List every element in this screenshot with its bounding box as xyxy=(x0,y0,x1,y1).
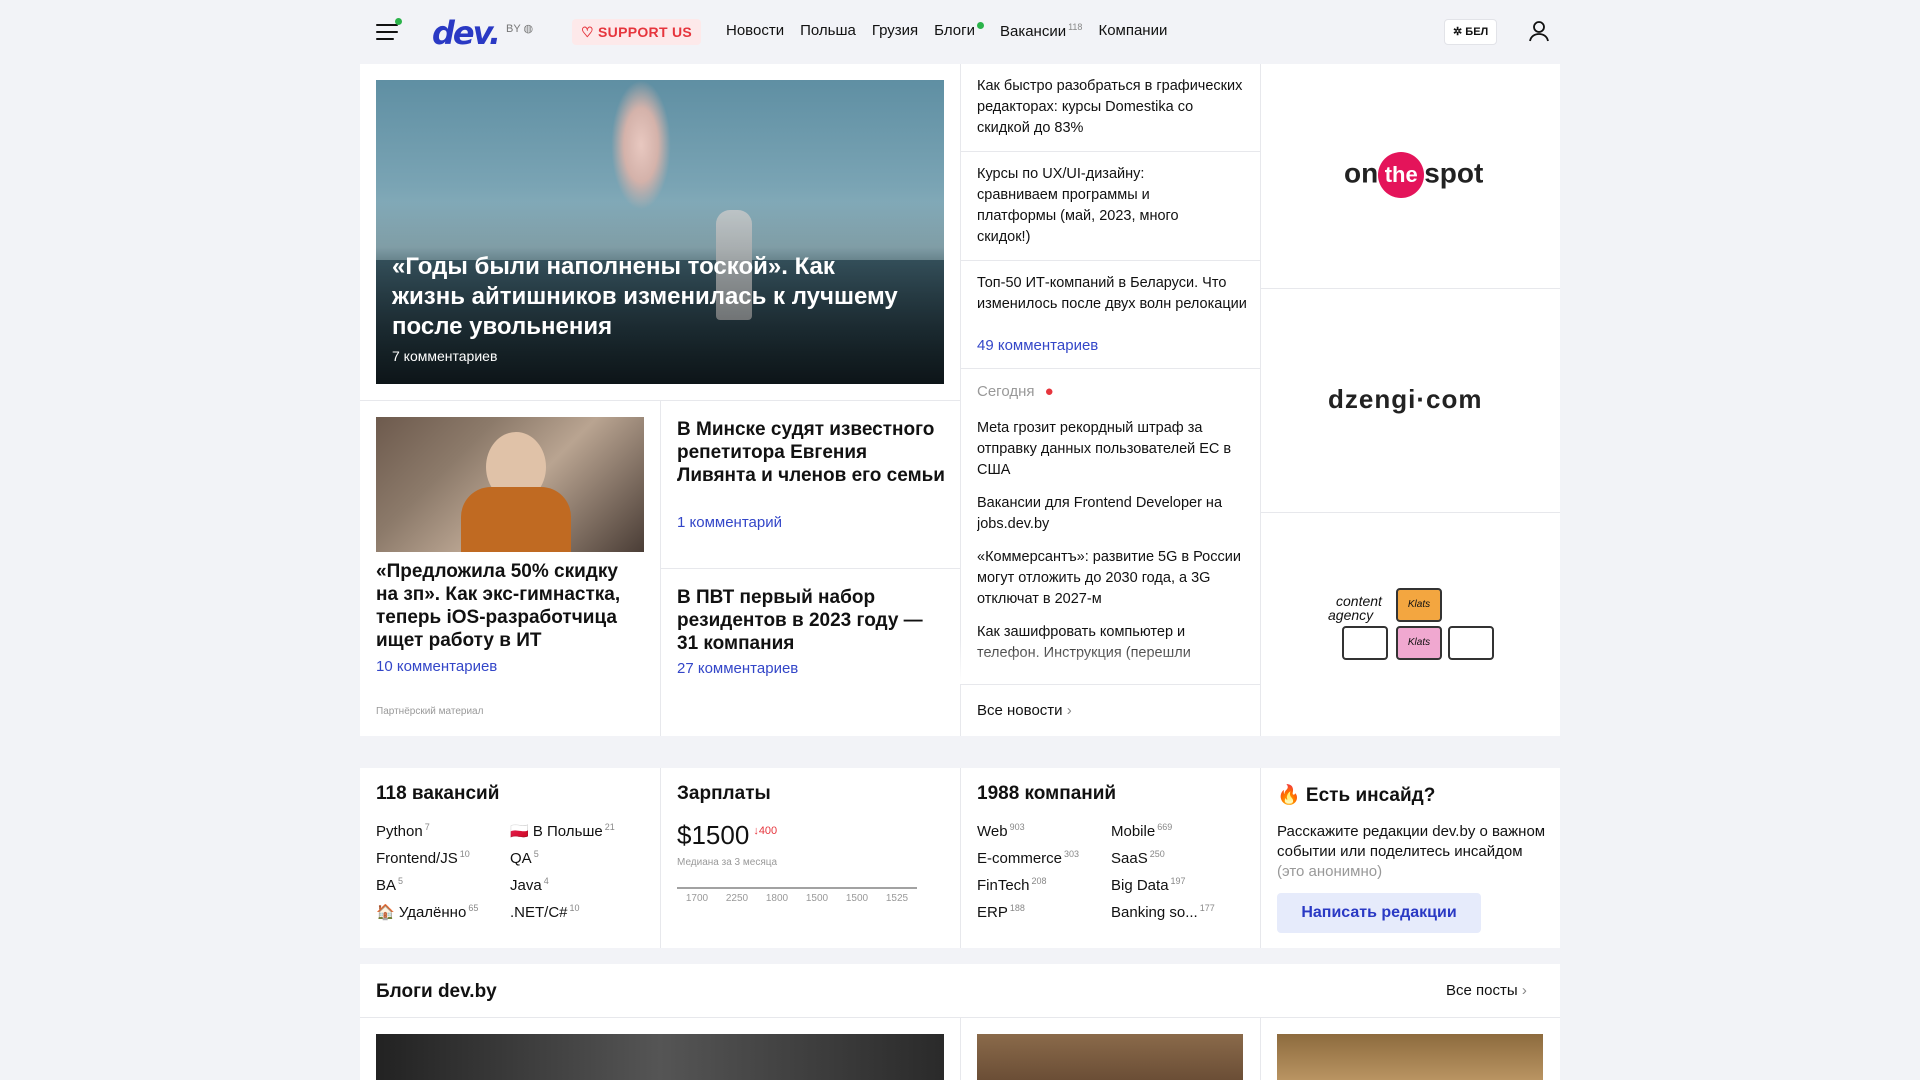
company-tags: Web 903 Mobile 669 E-commerce 303 SaaS 250 F… xyxy=(977,822,1247,921)
hero-title[interactable]: «Годы были наполнены тоской». Как жизнь … xyxy=(392,252,912,342)
main-nav: Новости Польша Грузия Блоги Вакансии 118 … xyxy=(726,22,1167,40)
story-mid1-comments[interactable]: 1 комментарий xyxy=(677,514,782,531)
salaries-title[interactable]: Зарплаты xyxy=(677,783,771,805)
salary-chart: 1700 2250 1800 1500 1500 1525 xyxy=(677,887,917,904)
side-item[interactable]: Как быстро разобраться в графических ред… xyxy=(977,76,1247,139)
ad-content-agency[interactable]: content agency Klats Klats xyxy=(1260,512,1560,736)
chart-tick-label: 1800 xyxy=(766,893,789,904)
nav-georgia[interactable]: Грузия xyxy=(872,22,918,40)
support-us-button[interactable]: ♡ SUPPORT US xyxy=(572,19,702,45)
new-dot xyxy=(976,22,984,29)
chart-tick-label: 1500 xyxy=(806,893,829,904)
insider-text: Расскажите редакции dev.by о важном собы… xyxy=(1277,823,1546,880)
write-editors-button[interactable]: Написать редакции xyxy=(1277,893,1481,933)
company-tag[interactable]: FinTech 208 xyxy=(977,876,1111,894)
today-item[interactable]: Meta грозит рекордный штраф за отправку … xyxy=(977,418,1247,481)
vacancy-tag[interactable]: 🏠 Удалённо 65 xyxy=(376,903,510,921)
notification-dot xyxy=(395,18,402,25)
vacancy-tag[interactable]: Frontend/JS 10 xyxy=(376,849,510,867)
company-tag[interactable]: Banking so... 177 xyxy=(1111,903,1245,921)
side-item[interactable]: Топ-50 ИТ-компаний в Беларуси. Что измен… xyxy=(977,273,1247,315)
vacancies-title[interactable]: 118 вакансий xyxy=(376,783,499,805)
partner-label: Партнёрский материал xyxy=(376,706,484,717)
vacancy-tag[interactable]: Java 4 xyxy=(510,876,644,894)
nav-poland[interactable]: Польша xyxy=(800,22,856,40)
story-mid1-title[interactable]: В Минске судят известного репетитора Евг… xyxy=(677,418,947,487)
blogs-title[interactable]: Блоги dev.by xyxy=(376,981,497,1003)
companies-title[interactable]: 1988 компаний xyxy=(977,783,1116,805)
ad-dzengi[interactable]: dzengi·com xyxy=(1260,288,1560,512)
company-tag[interactable]: Web 903 xyxy=(977,822,1111,840)
logo[interactable]: dev. xyxy=(432,14,501,52)
hero-comments[interactable]: 7 комментариев xyxy=(392,348,497,364)
company-tag[interactable]: SaaS 250 xyxy=(1111,849,1245,867)
vacancy-tag[interactable]: BA 5 xyxy=(376,876,510,894)
insider-title: 🔥 Есть инсайд? xyxy=(1277,785,1436,806)
story-mid2-title[interactable]: В ПВТ первый набор резидентов в 2023 год… xyxy=(677,586,947,655)
nav-vacancies[interactable]: Вакансии 118 xyxy=(1000,22,1082,40)
salary-caption: Медиана за 3 месяца xyxy=(677,857,778,868)
salary-value: $1500 ↓400 xyxy=(677,820,778,850)
vacancy-tag[interactable]: 🇵🇱 В Польше 21 xyxy=(510,822,644,840)
company-tag[interactable]: E-commerce 303 xyxy=(977,849,1111,867)
ad-onthespot[interactable]: on the spot xyxy=(1260,64,1560,288)
blog-image[interactable] xyxy=(977,1034,1243,1080)
all-posts-link[interactable]: Все посты › xyxy=(1446,982,1527,999)
region-label[interactable]: BY ◍ xyxy=(506,22,533,35)
vacancy-tag[interactable]: .NET/C# 10 xyxy=(510,903,644,921)
blog-image[interactable] xyxy=(1277,1034,1543,1080)
company-tag[interactable]: Mobile 669 xyxy=(1111,822,1245,840)
story-left-title[interactable]: «Предложила 50% скидку на зп». Как экс-г… xyxy=(376,560,644,652)
globe-icon: ◍ xyxy=(523,23,534,35)
story-mid2-comments[interactable]: 27 комментариев xyxy=(677,660,798,677)
language-icon: ✲ xyxy=(1453,26,1463,38)
chart-tick-label: 1500 xyxy=(846,893,869,904)
header: dev. BY ◍ ♡ SUPPORT US Новости Польша Гр… xyxy=(0,0,1920,64)
chart-tick-label: 2250 xyxy=(726,893,749,904)
nav-news[interactable]: Новости xyxy=(726,22,784,40)
today-item[interactable]: Вакансии для Frontend Developer на jobs.… xyxy=(977,493,1247,535)
vacancy-tags: Python 7 🇵🇱 В Польше 21 Frontend/JS 10 QA 5 … xyxy=(376,822,646,921)
all-news-link[interactable]: Все новости › xyxy=(977,702,1072,719)
language-switch[interactable]: ✲ БЕЛ xyxy=(1444,19,1498,45)
hero-story[interactable]: «Годы были наполнены тоской». Как жизнь … xyxy=(376,80,944,384)
nav-companies[interactable]: Компании xyxy=(1098,22,1167,40)
nav-blogs[interactable]: Блоги xyxy=(934,22,984,40)
chart-tick-label: 1700 xyxy=(686,893,709,904)
chevron-right-icon: › xyxy=(1521,982,1527,999)
vacancy-tag[interactable]: QA 5 xyxy=(510,849,644,867)
story-image[interactable] xyxy=(376,417,644,552)
vacancy-tag[interactable]: Python 7 xyxy=(376,822,510,840)
menu-icon[interactable] xyxy=(376,18,402,40)
today-item[interactable]: «Коммерсантъ»: развитие 5G в России могу… xyxy=(977,547,1247,610)
salary-delta: ↓400 xyxy=(753,825,778,838)
chevron-right-icon: › xyxy=(1066,702,1072,719)
blog-image[interactable] xyxy=(376,1034,944,1080)
story-left-comments[interactable]: 10 комментариев xyxy=(376,658,497,675)
side-item-comments[interactable]: 49 комментариев xyxy=(977,337,1098,354)
side-item[interactable]: Курсы по UX/UI-дизайну: сравниваем прогр… xyxy=(977,164,1207,248)
today-label: Сегодня ● xyxy=(977,383,1054,400)
company-tag[interactable]: ERP 188 xyxy=(977,903,1111,921)
user-icon[interactable] xyxy=(1528,20,1550,42)
company-tag[interactable]: Big Data 197 xyxy=(1111,876,1245,894)
chart-tick-label: 1525 xyxy=(886,893,909,904)
